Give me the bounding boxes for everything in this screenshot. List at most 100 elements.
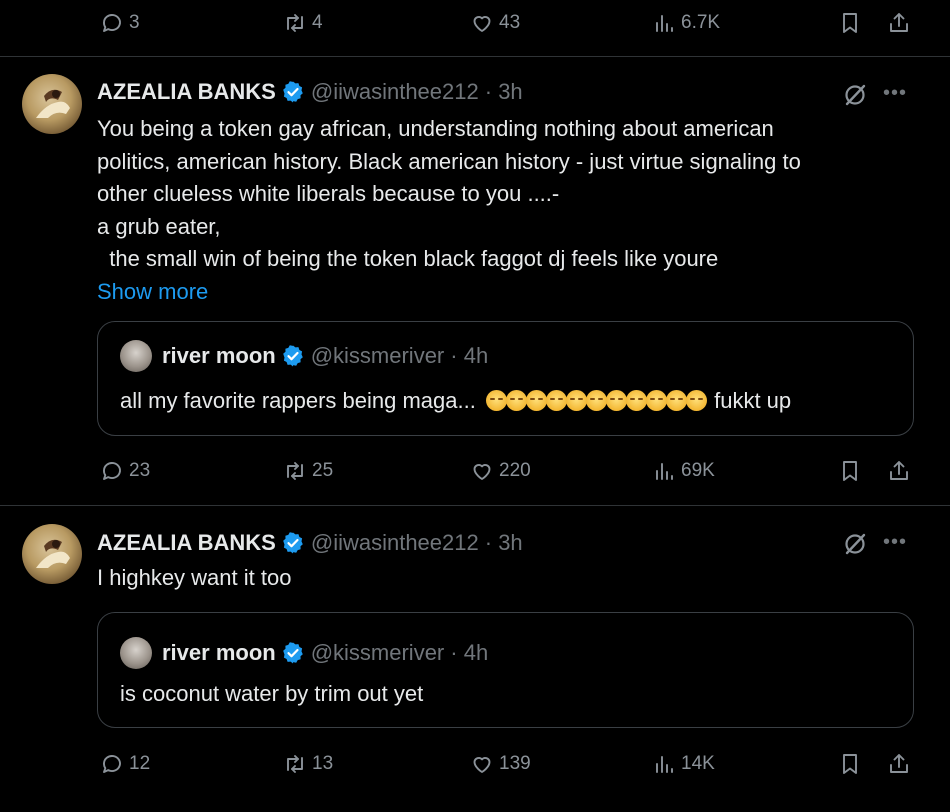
- like-button[interactable]: 220: [470, 451, 531, 491]
- bookmark-icon: [843, 754, 857, 774]
- quoted-header: river moon @kissmeriver · 4h: [120, 637, 488, 669]
- pleading-face-emoji: [545, 390, 567, 411]
- reply-button[interactable]: 12: [100, 744, 150, 784]
- bookmark-button[interactable]: [838, 3, 862, 43]
- like-button[interactable]: 139: [470, 744, 531, 784]
- views-count: 6.7K: [681, 12, 721, 33]
- reply-count: 3: [129, 12, 140, 33]
- views-button[interactable]: 69K: [652, 451, 715, 491]
- more-icon[interactable]: •••: [883, 531, 907, 554]
- author-handle[interactable]: @iiwasinthee212: [311, 530, 479, 556]
- repost-button[interactable]: 4: [283, 3, 323, 43]
- reply-button[interactable]: 23: [100, 451, 150, 491]
- avatar[interactable]: [22, 524, 82, 584]
- repost-button[interactable]: 25: [283, 451, 333, 491]
- tweet-text: You being a token gay african, understan…: [97, 113, 927, 309]
- reply-button[interactable]: 3: [100, 3, 140, 43]
- bookmark-icon: [843, 13, 857, 33]
- heart-icon: [473, 464, 491, 480]
- pleading-face-emoji: [645, 390, 667, 411]
- pleading-face-emoji: [625, 390, 647, 411]
- tweet-header: AZEALIA BANKS @iiwasinthee212 · 3h: [97, 77, 523, 107]
- grok-icon[interactable]: [842, 531, 868, 557]
- views-count: 69K: [681, 460, 715, 481]
- author-name[interactable]: AZEALIA BANKS: [97, 79, 276, 105]
- tweet-text-line: politics, american history. Black americ…: [97, 148, 801, 174]
- tweet-text-line: other clueless white liberals because to…: [97, 181, 560, 207]
- repost-icon: [287, 462, 303, 480]
- share-icon: [890, 461, 908, 480]
- grok-icon[interactable]: [842, 82, 868, 108]
- like-button[interactable]: 43: [470, 3, 520, 43]
- verified-badge-icon: [282, 642, 303, 664]
- more-icon[interactable]: •••: [883, 82, 907, 105]
- share-button[interactable]: [887, 3, 911, 43]
- repost-button[interactable]: 13: [283, 744, 333, 784]
- share-button[interactable]: [887, 451, 911, 491]
- share-icon: [890, 13, 908, 32]
- tweet[interactable]: AZEALIA BANKS @iiwasinthee212 · 3h ••• I…: [0, 506, 950, 812]
- tweet-text-line: the small win of being the token black f…: [97, 246, 719, 272]
- quoted-tweet[interactable]: river moon @kissmeriver · 4h all my favo…: [97, 321, 914, 436]
- bookmark-button[interactable]: [838, 744, 862, 784]
- tweet-header: AZEALIA BANKS @iiwasinthee212 · 3h: [97, 528, 523, 558]
- author-name[interactable]: AZEALIA BANKS: [97, 530, 276, 556]
- verified-badge-icon: [283, 532, 303, 554]
- quoted-handle[interactable]: @kissmeriver: [311, 640, 445, 666]
- heart-icon: [473, 757, 491, 773]
- tweet-actions-bar: 12 13 139 14K: [0, 744, 950, 784]
- quoted-text: is coconut water by trim out yet: [120, 681, 424, 706]
- quoted-handle[interactable]: @kissmeriver: [311, 343, 445, 369]
- bookmark-button[interactable]: [838, 451, 862, 491]
- verified-badge-icon: [283, 81, 303, 103]
- pleading-face-emoji: [685, 390, 707, 411]
- pleading-face-emoji: [565, 390, 587, 411]
- quoted-author-name[interactable]: river moon: [162, 640, 276, 666]
- like-count: 43: [499, 12, 521, 33]
- quoted-tweet[interactable]: river moon @kissmeriver · 4h is coconut …: [97, 612, 914, 728]
- tweet-actions-bar: 23 25 220 69K: [0, 451, 950, 491]
- avatar-image: [36, 539, 70, 568]
- tweet-text-line: a grub eater,: [97, 213, 221, 239]
- top-actions-bar: 3 4 43 6.7K: [0, 3, 950, 43]
- views-button[interactable]: 6.7K: [652, 3, 720, 43]
- views-icon: [656, 463, 673, 480]
- quoted-text-start: all my favorite rappers being maga...: [120, 388, 476, 413]
- quoted-avatar[interactable]: [120, 340, 152, 372]
- reply-icon: [103, 462, 121, 480]
- quoted-avatar[interactable]: [120, 637, 152, 669]
- repost-icon: [287, 14, 303, 32]
- share-button[interactable]: [887, 744, 911, 784]
- reply-count: 23: [129, 460, 151, 481]
- like-count: 220: [499, 460, 531, 481]
- verified-badge-icon: [282, 345, 303, 367]
- avatar[interactable]: [22, 74, 82, 134]
- quoted-text-end: fukkt up: [714, 388, 792, 413]
- quoted-author-name[interactable]: river moon: [162, 343, 276, 369]
- pleading-face-emoji: [585, 390, 607, 411]
- timestamp[interactable]: · 3h: [485, 530, 523, 556]
- pleading-face-emoji: [485, 390, 507, 411]
- reply-icon: [103, 14, 121, 32]
- repost-icon: [287, 755, 303, 773]
- views-count: 14K: [681, 753, 715, 774]
- pleading-face-emoji: [525, 390, 547, 411]
- like-count: 139: [499, 753, 531, 774]
- timestamp[interactable]: · 3h: [485, 79, 523, 105]
- reply-icon: [103, 755, 121, 773]
- reply-count: 12: [129, 753, 151, 774]
- bookmark-icon: [843, 461, 857, 481]
- views-button[interactable]: 14K: [652, 744, 715, 784]
- tweet-text-line: You being a token gay african, understan…: [97, 116, 774, 141]
- quoted-timestamp[interactable]: · 4h: [450, 343, 488, 369]
- views-icon: [656, 15, 673, 32]
- heart-icon: [473, 16, 491, 32]
- quoted-header: river moon @kissmeriver · 4h: [120, 340, 488, 372]
- tweet[interactable]: AZEALIA BANKS @iiwasinthee212 · 3h ••• Y…: [0, 57, 950, 505]
- repost-count: 13: [312, 753, 334, 774]
- show-more-link[interactable]: Show more: [97, 276, 927, 309]
- views-icon: [656, 756, 673, 773]
- tweet-text: I highkey want it too: [97, 565, 292, 590]
- author-handle[interactable]: @iiwasinthee212: [311, 79, 479, 105]
- quoted-timestamp[interactable]: · 4h: [450, 640, 488, 666]
